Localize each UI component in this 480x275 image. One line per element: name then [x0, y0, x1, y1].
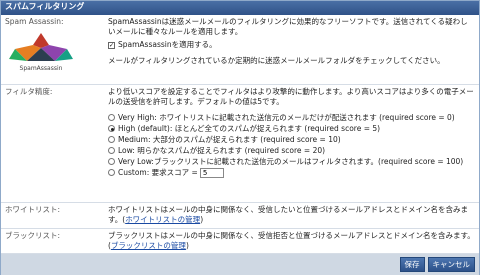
radio-very-high[interactable]: [108, 114, 115, 122]
spamassassin-logo-text: SpamAssassin: [19, 65, 63, 73]
whitelist-close-paren: ): [200, 215, 204, 225]
manage-whitelist-link[interactable]: ホワイトリストの管理: [125, 215, 200, 224]
filter-accuracy-label: フィルタ精度:: [5, 87, 53, 96]
radio-high[interactable]: [108, 125, 115, 133]
option-very-low[interactable]: Very Low:ブラックリストに記載された送信元のメールはフィルタされます。(…: [108, 156, 475, 167]
filter-accuracy-row: フィルタ精度: より低いスコアを設定することでフィルタはより攻撃的に動作します。…: [1, 85, 479, 203]
spamassassin-description: SpamAssassinは迷惑メールメールのフィルタリングに効果的なフリーソフト…: [108, 17, 468, 37]
filter-accuracy-description: より低いスコアを設定することでフィルタはより攻撃的に動作します。より高いスコアは…: [108, 87, 474, 107]
option-very-high[interactable]: Very High: ホワイトリストに記載された送信元のメールだけが配送されます…: [108, 112, 475, 123]
option-custom[interactable]: Custom: 要求スコア =: [108, 167, 475, 178]
option-low-label[interactable]: Low: 明らかなスパムが捉えられます (required score = 20…: [118, 146, 325, 156]
apply-spamassassin-label[interactable]: SpamAssassinを適用する。: [118, 40, 217, 50]
radio-medium[interactable]: [108, 136, 115, 144]
filter-options: Very High: ホワイトリストに記載された送信元のメールだけが配送されます…: [108, 112, 475, 178]
option-custom-label[interactable]: Custom: 要求スコア =: [118, 168, 198, 178]
spamassassin-logo-icon: [9, 33, 73, 62]
cancel-button[interactable]: キャンセル: [427, 257, 475, 272]
option-high[interactable]: High (default): ほとんど全てのスパムが捉えられます (requi…: [108, 123, 475, 134]
option-medium[interactable]: Medium: 大部分のスパムが捉えられます (required score =…: [108, 134, 475, 145]
whitelist-row: ホワイトリスト: ホワイトリストはメールの中身に関係なく、受信したいと位置づける…: [1, 203, 479, 229]
radio-custom[interactable]: [108, 169, 115, 177]
panel-title: スパムフィルタリング: [1, 1, 479, 15]
spam-filter-panel: スパムフィルタリング Spam Assassin: SpamAssassin S…: [0, 0, 480, 275]
whitelist-label: ホワイトリスト:: [5, 205, 61, 214]
option-very-low-label[interactable]: Very Low:ブラックリストに記載された送信元のメールはフィルタされます。(…: [118, 157, 463, 167]
spamassassin-label: Spam Assassin:: [5, 17, 64, 26]
option-low[interactable]: Low: 明らかなスパムが捉えられます (required score = 20…: [108, 145, 475, 156]
radio-low[interactable]: [108, 147, 115, 155]
option-medium-label[interactable]: Medium: 大部分のスパムが捉えられます (required score =…: [118, 135, 341, 145]
manage-blacklist-link[interactable]: ブラックリストの管理: [111, 241, 186, 250]
apply-spamassassin-checkbox[interactable]: ✓: [108, 41, 115, 49]
blacklist-row: ブラックリスト: ブラックリストはメールの中身に関係なく、受信拒否と位置づけるメ…: [1, 229, 479, 254]
option-very-high-label[interactable]: Very High: ホワイトリストに記載された送信元のメールだけが配送されます…: [118, 113, 455, 123]
button-bar: 保存 キャンセル: [1, 254, 479, 275]
save-button[interactable]: 保存: [399, 257, 425, 272]
option-high-label[interactable]: High (default): ほとんど全てのスパムが捉えられます (requi…: [118, 124, 380, 134]
spamassassin-row: Spam Assassin: SpamAssassin SpamAssassin…: [1, 15, 479, 85]
radio-very-low[interactable]: [108, 158, 115, 166]
spamassassin-note: メールがフィルタリングされているか定期的に迷惑メールメールフォルダをチェックして…: [108, 56, 445, 66]
blacklist-label: ブラックリスト:: [5, 231, 61, 240]
spamassassin-logo: SpamAssassin: [5, 31, 77, 73]
blacklist-close-paren: ): [185, 241, 189, 251]
custom-score-input[interactable]: [199, 167, 224, 178]
